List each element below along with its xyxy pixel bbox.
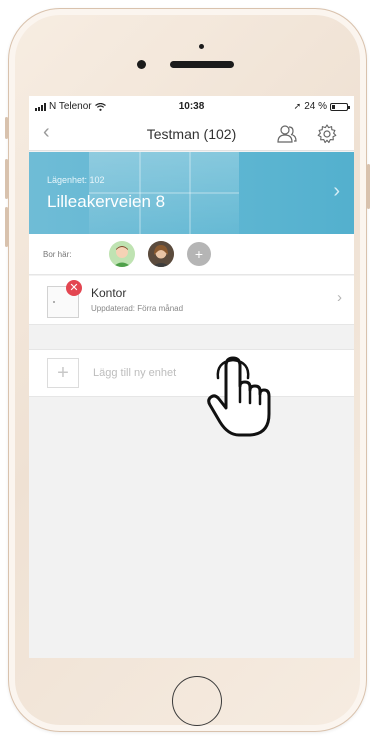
mute-switch	[5, 117, 8, 139]
chevron-right-icon: ›	[333, 180, 340, 202]
battery-percent: 24 %	[304, 101, 327, 112]
phone-screen: N Telenor 10:38 ➚ 24 % ‹ Testman (102) L…	[29, 96, 354, 658]
proximity-sensor	[199, 44, 204, 49]
device-list-item[interactable]: ✕ Kontor Uppdaterad: Förra månad ›	[29, 276, 354, 325]
home-button[interactable]	[172, 676, 222, 726]
device-indicator	[53, 301, 55, 303]
chevron-right-icon: ›	[337, 289, 342, 306]
add-unit-button[interactable]: + Lägg till ny enhet	[29, 349, 354, 397]
error-icon: ✕	[66, 280, 82, 296]
residents-row: Bor här: +	[29, 234, 354, 275]
gear-icon[interactable]	[316, 123, 338, 145]
status-bar: N Telenor 10:38 ➚ 24 %	[29, 96, 354, 116]
navigation-bar: ‹ Testman (102)	[29, 116, 354, 151]
battery-icon	[330, 102, 350, 111]
apartment-address: Lilleakerveien 8	[47, 192, 166, 211]
battery-level-fill	[332, 104, 335, 109]
avatar[interactable]	[109, 241, 135, 267]
device-updated: Uppdaterad: Förra månad	[91, 304, 184, 313]
avatar[interactable]	[148, 241, 174, 267]
front-camera	[137, 60, 146, 69]
plus-icon: +	[47, 358, 79, 388]
add-unit-label: Lägg till ny enhet	[93, 367, 177, 379]
status-right: ➚ 24 %	[293, 101, 350, 112]
residents-label: Bor här:	[43, 250, 72, 259]
earpiece-speaker	[170, 61, 234, 68]
power-button	[367, 164, 370, 209]
volume-up-button	[5, 159, 8, 199]
add-resident-button[interactable]: +	[187, 242, 211, 266]
hand-pointer-icon	[207, 356, 271, 437]
apartment-banner[interactable]: Lägenhet: 102 Lilleakerveien 8 ›	[29, 152, 354, 234]
location-icon: ➚	[293, 101, 302, 111]
apartment-number: Lägenhet: 102	[47, 175, 105, 185]
page-title: Testman (102)	[146, 126, 237, 142]
user-icon[interactable]	[276, 123, 298, 145]
volume-down-button	[5, 207, 8, 247]
device-name: Kontor	[91, 286, 127, 300]
